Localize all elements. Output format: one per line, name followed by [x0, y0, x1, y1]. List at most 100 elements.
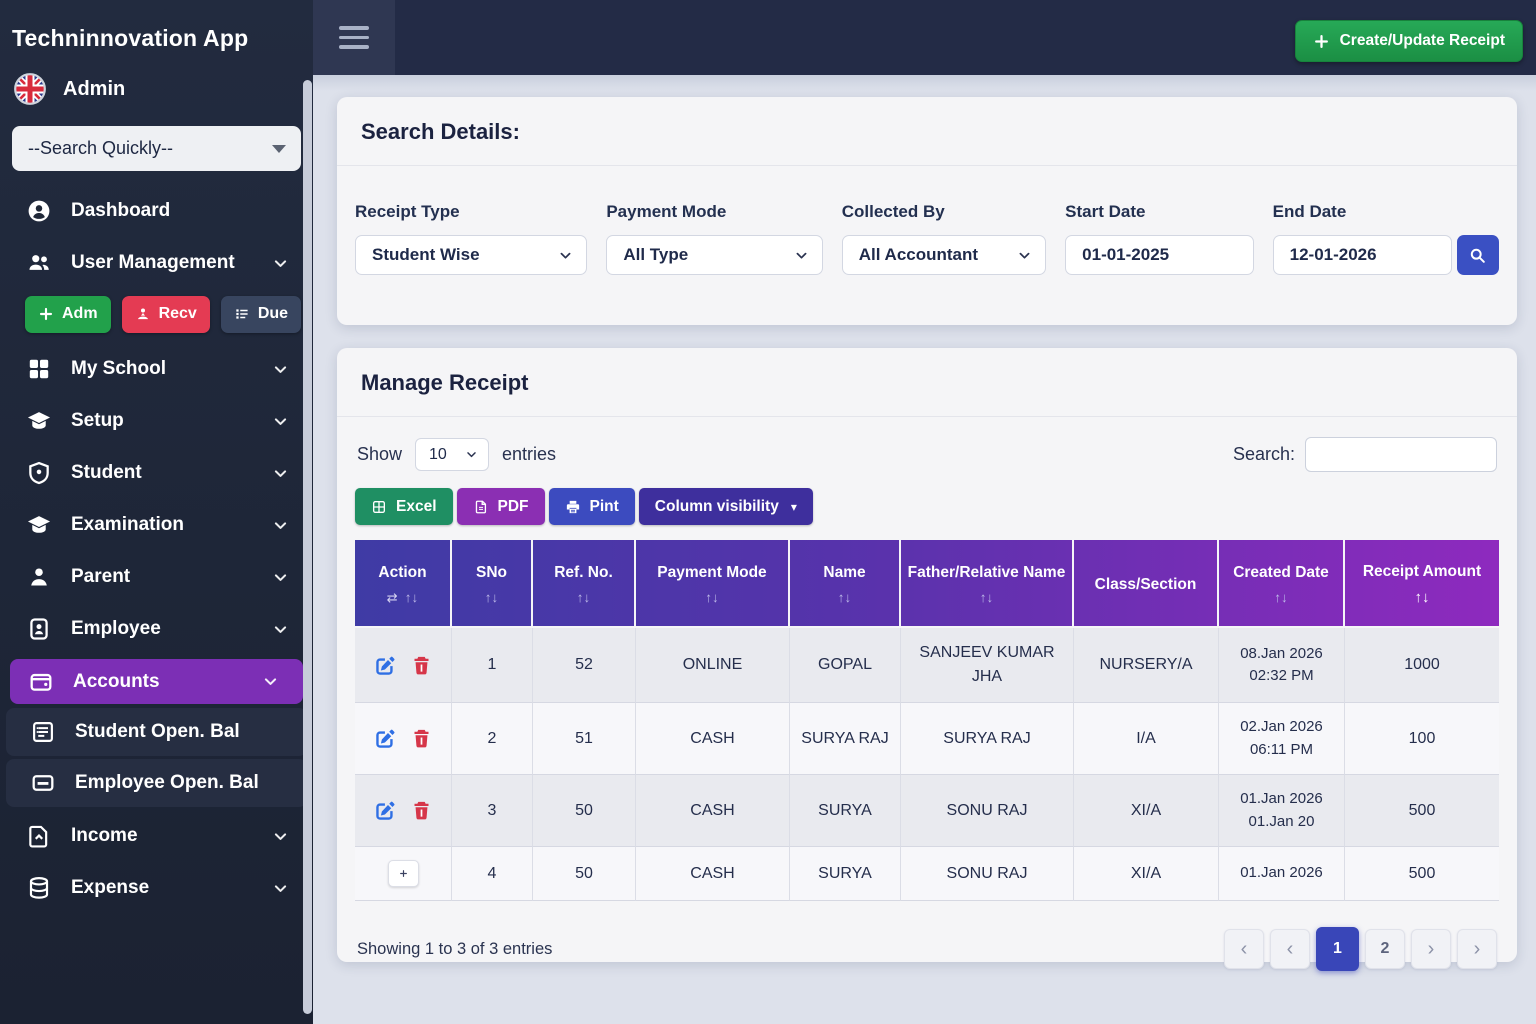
quick-search-select[interactable]: --Search Quickly--: [12, 126, 301, 171]
cell-ref-no: 52: [533, 628, 636, 703]
sort-icon: ↑↓: [1274, 590, 1288, 607]
cell-ref-no: 50: [533, 847, 636, 901]
sidebar-item-label: Expense: [71, 877, 149, 899]
sidebar-nav: DashboardUser Management Adm Recv Due My Sch…: [0, 185, 313, 914]
quick-recv-button[interactable]: Recv: [122, 296, 210, 333]
cell-father-name: SONU RAJ: [901, 847, 1074, 901]
caret-down-icon: ▾: [791, 500, 797, 514]
delete-button[interactable]: [410, 799, 433, 822]
edit-button[interactable]: [374, 654, 397, 677]
column-toggle-icon: ⇄: [387, 590, 398, 606]
page-number-2[interactable]: 2: [1365, 929, 1405, 969]
column-header-ref-no[interactable]: Ref. No.↑↓: [533, 540, 636, 628]
column-header-class-section[interactable]: Class/Section: [1074, 540, 1219, 628]
column-label: Created Date: [1233, 563, 1329, 582]
cell-class-section: XI/A: [1074, 847, 1219, 901]
sidebar-item-label: Student: [71, 462, 142, 484]
cell-sno: 3: [452, 775, 533, 847]
column-header-action[interactable]: Action⇄↑↓: [355, 540, 452, 628]
column-header-payment-mode[interactable]: Payment Mode↑↓: [636, 540, 790, 628]
sidebar-item-my-school[interactable]: My School: [0, 343, 313, 395]
column-header-created-date[interactable]: Created Date ↑↓: [1219, 540, 1345, 628]
column-header-sno[interactable]: SNo↑↓: [452, 540, 533, 628]
column-visibility-button[interactable]: Column visibility▾: [639, 488, 813, 525]
sort-icon: ↑↓: [980, 590, 994, 607]
sidebar-item-examination[interactable]: Examination: [0, 499, 313, 551]
sidebar-item-user-management[interactable]: User Management: [0, 237, 313, 289]
chevron-down-icon: [1017, 248, 1032, 263]
excel-button[interactable]: Excel: [355, 488, 453, 525]
column-header-name[interactable]: Name↑↓: [790, 540, 901, 628]
delete-button[interactable]: [410, 727, 433, 750]
column-label: Receipt Amount: [1363, 562, 1481, 581]
cell-receipt-amount: 500: [1345, 775, 1499, 847]
receipt-type-select[interactable]: Student Wise: [355, 235, 587, 275]
search-filters: Receipt Type Student Wise Payment Mode All …: [337, 166, 1517, 275]
filter-label: Payment Mode: [606, 202, 822, 222]
table-controls: Show 10 entries Search:: [337, 417, 1517, 472]
filter-label: Receipt Type: [355, 202, 587, 222]
sidebar-item-student-open-bal[interactable]: Student Open. Bal: [6, 708, 307, 756]
wallet-icon: [28, 669, 54, 695]
table-search-input[interactable]: [1305, 437, 1497, 472]
quick-due-button[interactable]: Due: [221, 296, 301, 333]
column-header-father-relative-name[interactable]: Father/Relative Name ↑↓: [901, 540, 1074, 628]
page-first-button[interactable]: ‹: [1224, 929, 1264, 969]
menu-toggle-button[interactable]: [313, 0, 395, 75]
payment-mode-select[interactable]: All Type: [606, 235, 822, 275]
delete-button[interactable]: [410, 654, 433, 677]
badge-icon: [26, 616, 52, 642]
sidebar-item-employee-open-bal[interactable]: Employee Open. Bal: [6, 759, 307, 807]
uk-flag-icon: [14, 73, 46, 105]
sidebar-item-expense[interactable]: Expense: [0, 862, 313, 914]
table-header: Action⇄↑↓SNo↑↓Ref. No.↑↓Payment Mode↑↓Na…: [355, 540, 1499, 628]
page-next-button[interactable]: ›: [1411, 929, 1451, 969]
cell-payment-mode: CASH: [636, 847, 790, 901]
collected-by-select[interactable]: All Accountant: [842, 235, 1046, 275]
recv-icon: [135, 306, 151, 322]
filter-label: Start Date: [1065, 202, 1253, 222]
filter-start-date: Start Date: [1065, 202, 1253, 275]
pdf-button[interactable]: PDF: [457, 488, 545, 525]
table-body: 152ONLINEGOPALSANJEEV KUMAR JHANURSERY/A…: [355, 628, 1499, 901]
main-content: Search Details: Receipt TypeStudent Wise…: [313, 75, 1536, 1024]
admin-profile[interactable]: Admin: [0, 52, 313, 105]
cell-created-date: 01.Jan 202601.Jan 20: [1219, 775, 1345, 847]
filter-collected-by: Collected ByAll Accountant: [842, 202, 1046, 275]
end-date-input[interactable]: [1273, 235, 1452, 275]
row-expand-button[interactable]: [388, 860, 419, 887]
sidebar-item-student[interactable]: Student: [0, 447, 313, 499]
sidebar-scrollbar[interactable]: [303, 80, 312, 1014]
sidebar-item-employee[interactable]: Employee: [0, 603, 313, 655]
quick-adm-button[interactable]: Adm: [25, 296, 111, 333]
cell-action: [355, 703, 452, 775]
search-submit-button[interactable]: [1457, 235, 1499, 275]
filter-receipt-type: Receipt Type Student Wise: [355, 202, 587, 275]
edit-button[interactable]: [374, 799, 397, 822]
chevron-down-icon: [465, 448, 478, 461]
sidebar-item-income[interactable]: Income: [0, 810, 313, 862]
page-last-button[interactable]: ›: [1457, 929, 1497, 969]
quick-search-value: --Search Quickly--: [28, 138, 173, 159]
hamburger-icon: [339, 26, 369, 30]
app-window: Techninnovation App Admin --Search Quick…: [0, 0, 1536, 1024]
person-icon: [26, 564, 52, 590]
page-number-1[interactable]: 1: [1316, 927, 1359, 971]
sidebar-item-label: Student Open. Bal: [75, 721, 240, 743]
cell-action: [355, 628, 452, 703]
sidebar-item-parent[interactable]: Parent: [0, 551, 313, 603]
create-update-receipt-button[interactable]: Create/Update Receipt: [1295, 20, 1523, 62]
receipt-table-wrap: Action⇄↑↓SNo↑↓Ref. No.↑↓Payment Mode↑↓Na…: [337, 525, 1517, 901]
sidebar-item-accounts[interactable]: Accounts: [10, 659, 303, 704]
page-previous-button[interactable]: ‹: [1270, 929, 1310, 969]
chevron-down-icon: [272, 517, 289, 534]
quick-button-label: Adm: [62, 305, 98, 323]
sidebar-item-setup[interactable]: Setup: [0, 395, 313, 447]
page-size-select[interactable]: 10: [415, 438, 489, 471]
column-label: Father/Relative Name: [908, 563, 1066, 582]
start-date-input[interactable]: [1065, 235, 1253, 275]
pint-button[interactable]: Pint: [549, 488, 635, 525]
edit-button[interactable]: [374, 727, 397, 750]
column-header-receipt-amount[interactable]: Receipt Amount↑↓: [1345, 540, 1499, 628]
sidebar-item-dashboard[interactable]: Dashboard: [0, 185, 313, 237]
